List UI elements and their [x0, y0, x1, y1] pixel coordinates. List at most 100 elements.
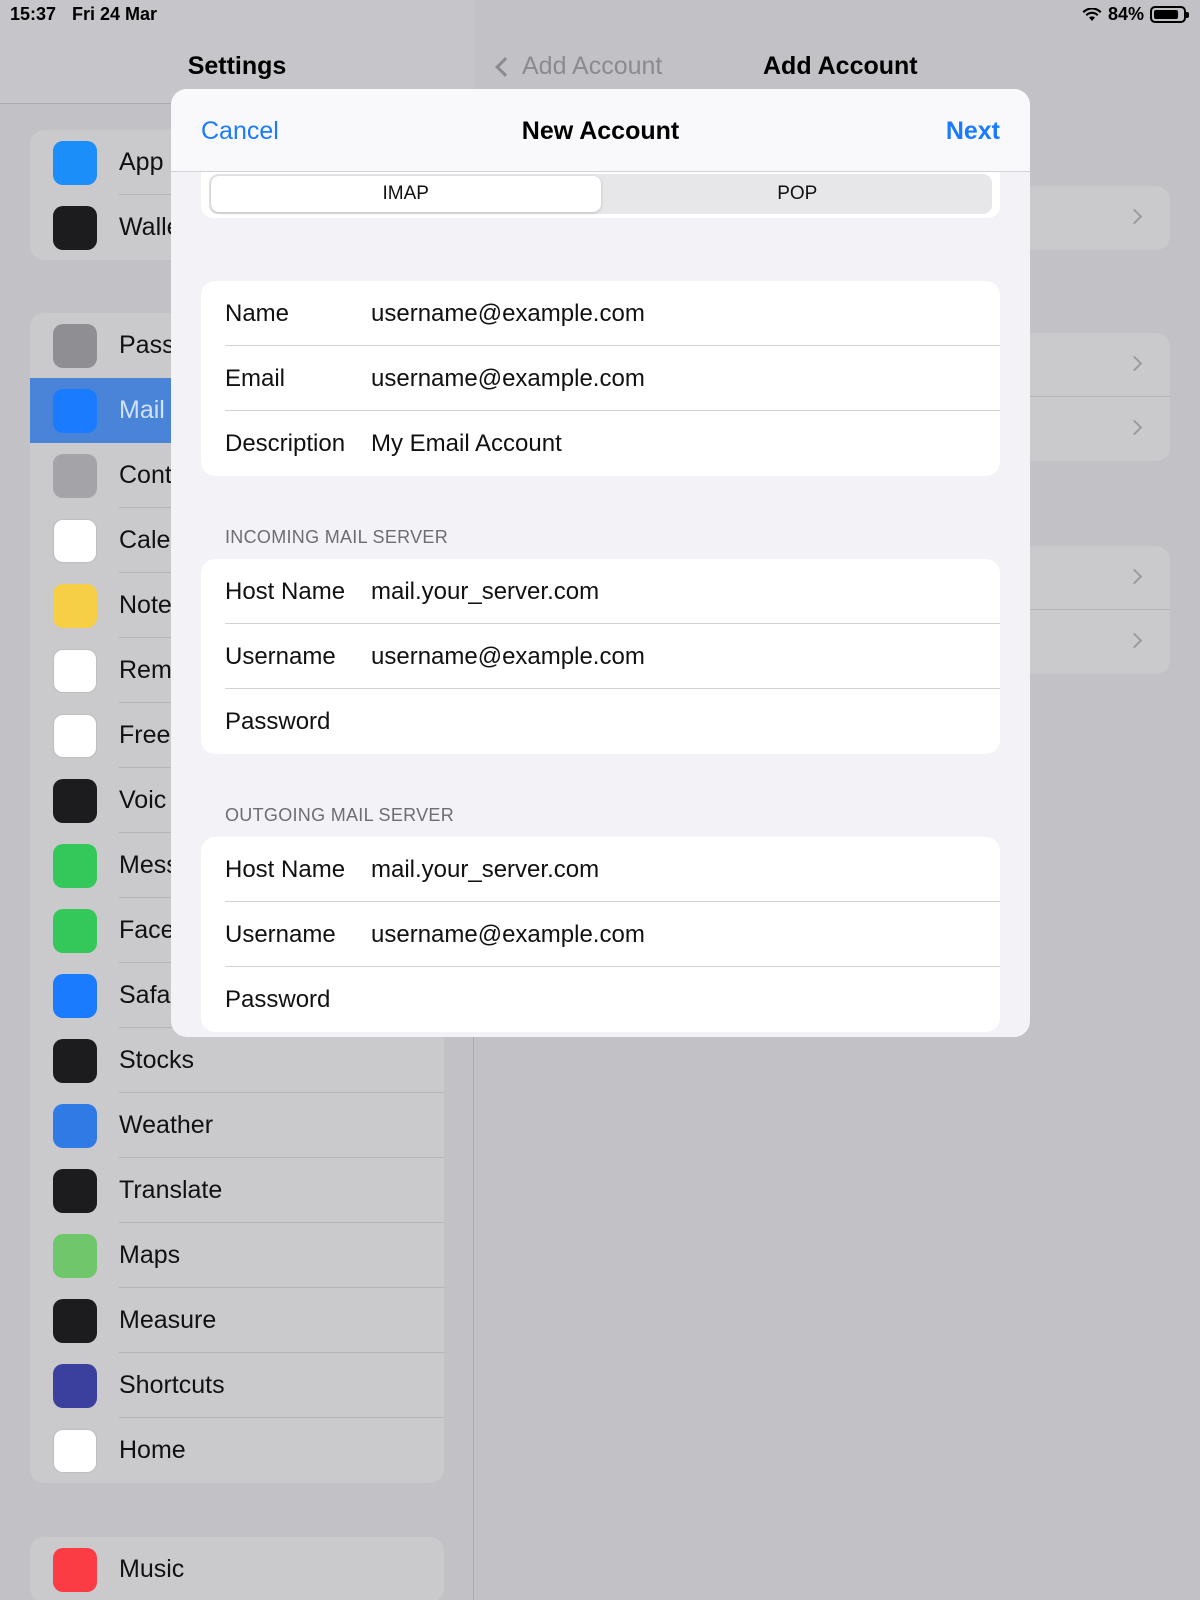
- incoming-server-card: Host Name mail.your_server.com Username …: [201, 559, 1000, 754]
- back-button-label: Add Account: [522, 52, 663, 80]
- wallet-icon: [53, 205, 97, 250]
- battery-icon: [1150, 6, 1189, 23]
- sidebar-item-label: Mail: [119, 396, 165, 424]
- email-row[interactable]: Email username@example.com: [201, 346, 1000, 411]
- sidebar-item[interactable]: Maps: [30, 1223, 444, 1288]
- sidebar-item[interactable]: Shortcuts: [30, 1353, 444, 1418]
- sheet-nav-bar: Cancel New Account Next: [171, 89, 1030, 172]
- detail-title: Add Account: [763, 52, 918, 80]
- sidebar-item-label: Voic: [119, 786, 167, 814]
- key-icon: [53, 323, 97, 368]
- description-label: Description: [225, 429, 346, 457]
- email-label: Email: [225, 364, 286, 392]
- notes-icon: [53, 583, 97, 628]
- incoming-password-label: Password: [225, 707, 331, 735]
- new-account-sheet: Cancel New Account Next IMAP POP Name us…: [171, 89, 1030, 1037]
- back-button[interactable]: Add Account: [492, 52, 662, 81]
- segment-imap-label: IMAP: [382, 183, 429, 204]
- sidebar-item-label: Shortcuts: [119, 1371, 225, 1399]
- translate-icon: [53, 1168, 97, 1213]
- home-icon: [53, 1428, 97, 1473]
- segment-imap[interactable]: IMAP: [211, 176, 601, 212]
- sidebar-item-label: Measure: [119, 1306, 217, 1334]
- sidebar-item[interactable]: Stocks: [30, 1028, 444, 1093]
- outgoing-host-row[interactable]: Host Name mail.your_server.com: [201, 837, 1000, 902]
- sidebar-item[interactable]: Measure: [30, 1288, 444, 1353]
- outgoing-username-label: Username: [225, 920, 336, 948]
- outgoing-password-row[interactable]: Password: [201, 967, 1000, 1032]
- maps-icon: [53, 1233, 97, 1278]
- sidebar-item-label: Translate: [119, 1176, 223, 1204]
- segment-pop[interactable]: POP: [603, 174, 993, 214]
- incoming-username-field[interactable]: username@example.com: [371, 643, 645, 671]
- chevron-right-icon: [1126, 632, 1143, 649]
- chevron-right-icon: [1126, 419, 1143, 436]
- sidebar-item[interactable]: Translate: [30, 1158, 444, 1223]
- chevron-left-icon: [495, 56, 515, 77]
- chevron-right-icon: [1126, 208, 1143, 225]
- shortcuts-icon: [53, 1363, 97, 1408]
- account-type-card: IMAP POP: [201, 172, 1000, 218]
- sidebar-item-label: Safa: [119, 981, 171, 1009]
- status-bar: 15:37 Fri 24 Mar 84%: [0, 0, 1200, 30]
- outgoing-host-field[interactable]: mail.your_server.com: [371, 856, 599, 884]
- mail-icon: [53, 388, 97, 433]
- incoming-host-row[interactable]: Host Name mail.your_server.com: [201, 559, 1000, 624]
- description-field[interactable]: My Email Account: [371, 430, 562, 458]
- sidebar-item-label: App: [119, 148, 164, 176]
- facetime-icon: [53, 908, 97, 953]
- sidebar-item-label: Weather: [119, 1111, 214, 1139]
- sidebar-item-label: Music: [119, 1555, 185, 1583]
- settings-group: Music: [30, 1537, 444, 1600]
- name-row[interactable]: Name username@example.com: [201, 281, 1000, 346]
- sheet-title: New Account: [521, 117, 680, 145]
- incoming-host-field[interactable]: mail.your_server.com: [371, 578, 599, 606]
- sidebar-item-label: Cont: [119, 461, 172, 489]
- name-field[interactable]: username@example.com: [371, 300, 645, 328]
- settings-title: Settings: [187, 52, 287, 80]
- incoming-username-row[interactable]: Username username@example.com: [201, 624, 1000, 689]
- segment-pop-label: POP: [777, 183, 818, 204]
- sidebar-item-label: Note: [119, 591, 172, 619]
- sidebar-item-label: Free: [119, 721, 171, 749]
- account-info-card: Name username@example.com Email username…: [201, 281, 1000, 476]
- status-date: Fri 24 Mar: [72, 4, 158, 24]
- outgoing-password-label: Password: [225, 985, 331, 1013]
- sidebar-item-label: Rem: [119, 656, 172, 684]
- next-button[interactable]: Next: [946, 117, 1000, 146]
- sidebar-item[interactable]: Home: [30, 1418, 444, 1483]
- incoming-host-label: Host Name: [225, 577, 346, 605]
- status-right: 84%: [1082, 4, 1189, 25]
- outgoing-server-card: Host Name mail.your_server.com Username …: [201, 837, 1000, 1032]
- sidebar-item[interactable]: Weather: [30, 1093, 444, 1158]
- calendar-icon: [53, 518, 97, 563]
- stocks-icon: [53, 1038, 97, 1083]
- sidebar-item-label: Home: [119, 1436, 186, 1464]
- sidebar-item-label: Pass: [119, 331, 175, 359]
- contacts-icon: [53, 453, 97, 498]
- sidebar-item-label: Stocks: [119, 1046, 195, 1074]
- outgoing-username-field[interactable]: username@example.com: [371, 921, 645, 949]
- sidebar-item-label: Maps: [119, 1241, 181, 1269]
- voice-memos-icon: [53, 778, 97, 823]
- outgoing-username-row[interactable]: Username username@example.com: [201, 902, 1000, 967]
- incoming-server-header: INCOMING MAIL SERVER: [225, 527, 449, 547]
- music-icon: [53, 1547, 97, 1592]
- incoming-password-row[interactable]: Password: [201, 689, 1000, 754]
- wifi-icon: [1082, 7, 1102, 21]
- sidebar-item-label: Cale: [119, 526, 171, 554]
- outgoing-host-label: Host Name: [225, 855, 346, 883]
- weather-icon: [53, 1103, 97, 1148]
- app-store-icon: [53, 140, 97, 185]
- name-label: Name: [225, 299, 290, 327]
- sidebar-item-label: Mess: [119, 851, 179, 879]
- chevron-right-icon: [1126, 568, 1143, 585]
- battery-percentage: 84%: [1107, 4, 1144, 24]
- chevron-right-icon: [1126, 355, 1143, 372]
- messages-icon: [53, 843, 97, 888]
- reminders-icon: [53, 648, 97, 693]
- account-type-segmented-control: IMAP POP: [209, 174, 992, 214]
- sidebar-item[interactable]: Music: [30, 1537, 444, 1600]
- email-field[interactable]: username@example.com: [371, 365, 645, 393]
- description-row[interactable]: Description My Email Account: [201, 411, 1000, 476]
